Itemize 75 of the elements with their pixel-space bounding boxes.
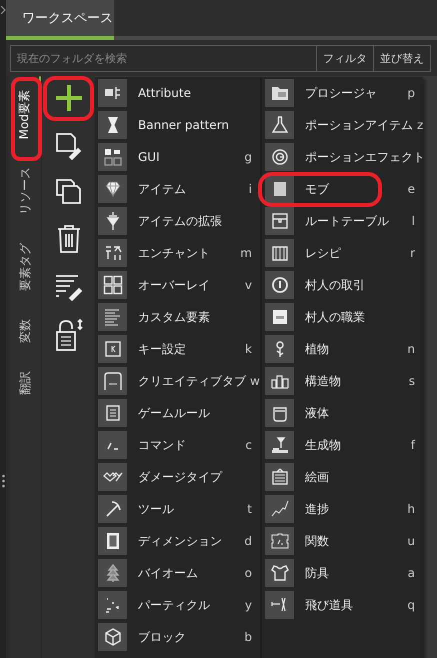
menu-item[interactable]: コマンド c (95, 429, 260, 461)
menu-item[interactable]: 絵画 (262, 461, 423, 493)
menu-item[interactable]: エンチャント m (95, 237, 260, 269)
tree-icon (98, 559, 127, 587)
menu-item[interactable]: 防具 a (262, 557, 423, 589)
rune-icon (98, 239, 127, 267)
sparkle-icon (98, 591, 127, 619)
hourglass-icon (98, 111, 127, 139)
menu-item[interactable]: バイオーム o (95, 557, 260, 589)
menu-item[interactable]: ブロック b (95, 621, 260, 653)
portal-icon (98, 527, 127, 555)
edit-file-icon[interactable] (54, 130, 84, 160)
swirl-icon (265, 143, 294, 171)
chest-icon (265, 207, 294, 235)
menu-item[interactable]: アイテムの拡張 (95, 205, 260, 237)
menu-item[interactable]: パーティクル y (95, 589, 260, 621)
menu-item[interactable]: ダメージタイプ (95, 461, 260, 493)
flower-icon (265, 335, 294, 363)
splitter-handle-icon[interactable] (2, 474, 4, 488)
menu-item[interactable]: クリエイティブタブ w (95, 365, 260, 397)
lines-icon (98, 303, 127, 331)
pickaxe-icon (98, 495, 127, 523)
toolbar-button[interactable]: フィルタ (317, 45, 374, 72)
tab-icon (98, 367, 127, 395)
armor-icon (265, 559, 294, 587)
crate-icon (265, 239, 294, 267)
menu-item[interactable]: モブ e (262, 173, 423, 205)
flask-icon (265, 111, 294, 139)
menu-item[interactable]: レシピ r (262, 237, 423, 269)
menu-item[interactable]: ルートテーブル l (262, 205, 423, 237)
menu-item[interactable]: 構造物 s (262, 365, 423, 397)
duplicate-icon[interactable] (54, 177, 84, 207)
bucket-icon (265, 399, 294, 427)
keycap-icon (98, 335, 127, 363)
buildings-icon (265, 367, 294, 395)
menu-item[interactable]: Banner pattern (95, 109, 260, 141)
menu-item[interactable]: 村人の職業 (262, 301, 423, 333)
prompt-icon (98, 431, 127, 459)
lock-icon[interactable] (54, 318, 84, 352)
side-tab[interactable]: リソース (11, 153, 40, 230)
menu-item[interactable]: カスタム要素 (95, 301, 260, 333)
menu-item[interactable]: ポーションエフェクト (262, 141, 423, 173)
side-tab[interactable]: 翻訳 (11, 357, 40, 410)
blocks-icon (98, 79, 127, 107)
side-tab[interactable]: 要素タグ (11, 229, 40, 306)
layout-icon (98, 143, 127, 171)
menu-item[interactable]: キー設定 k (95, 333, 260, 365)
add-icon[interactable] (54, 83, 84, 113)
menu-item[interactable]: 関数 u (262, 525, 423, 557)
puzzle-icon (265, 527, 294, 555)
menu-item[interactable]: 液体 (262, 397, 423, 429)
menu-item[interactable]: アイテム i (95, 173, 260, 205)
coin-icon (265, 271, 294, 299)
expand-icon[interactable] (0, 6, 6, 14)
menu-item[interactable]: オーバーレイ v (95, 269, 260, 301)
menu-item[interactable]: ポーションアイテム z (262, 109, 423, 141)
menu-item[interactable]: 飛び道具 q (262, 589, 423, 621)
menu-item[interactable]: ツール t (95, 493, 260, 525)
cube-icon (98, 623, 127, 651)
side-tab[interactable]: 変数 (11, 305, 40, 358)
grid-icon (98, 271, 127, 299)
menu-item[interactable]: GUI g (95, 141, 260, 173)
folder-icon (265, 79, 294, 107)
menu-item[interactable]: 植物 n (262, 333, 423, 365)
menu-item[interactable]: 村人の取引 (262, 269, 423, 301)
menu-item[interactable]: プロシージャ p (262, 77, 423, 109)
menu-item[interactable]: 生成物 f (262, 429, 423, 461)
menu-item[interactable]: ディメンション d (95, 525, 260, 557)
menu-item[interactable]: Attribute (95, 77, 260, 109)
document-icon (98, 399, 127, 427)
painting-icon (265, 463, 294, 491)
workspace-tab[interactable]: ワークスペース (6, 0, 114, 36)
toolbar-button[interactable]: 並び替え (374, 45, 431, 72)
menu-item[interactable]: 進捗 h (262, 493, 423, 525)
menu-item[interactable]: ゲームルール (95, 397, 260, 429)
